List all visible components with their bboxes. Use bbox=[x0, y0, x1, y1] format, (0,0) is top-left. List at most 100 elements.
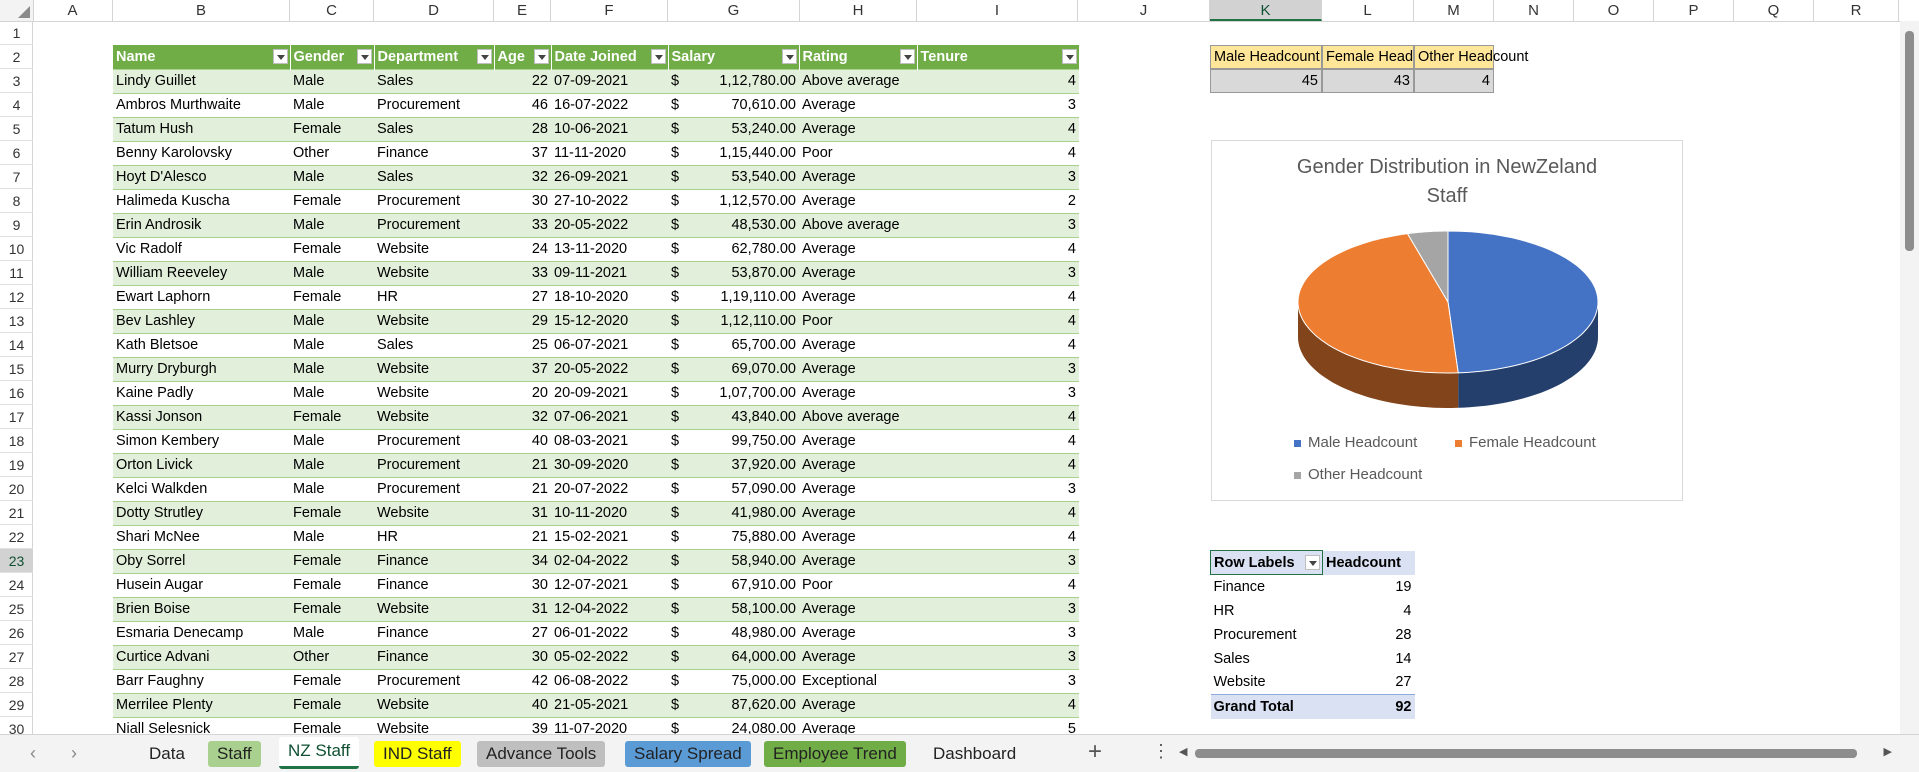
table-cell[interactable]: Average bbox=[799, 332, 917, 357]
table-cell[interactable]: Male bbox=[290, 92, 374, 117]
table-cell[interactable]: 31 bbox=[494, 596, 551, 621]
table-cell[interactable]: Female bbox=[290, 188, 374, 213]
column-header-p[interactable]: P bbox=[1654, 0, 1734, 21]
pivot-row-value[interactable]: 14 bbox=[1323, 647, 1415, 671]
table-cell[interactable]: 3 bbox=[917, 596, 1079, 621]
table-cell[interactable]: 25 bbox=[494, 332, 551, 357]
table-cell[interactable]: Finance bbox=[374, 620, 494, 645]
table-cell[interactable]: Male bbox=[290, 356, 374, 381]
column-header-f[interactable]: F bbox=[551, 0, 668, 21]
table-cell[interactable]: 2 bbox=[917, 188, 1079, 213]
plus-icon[interactable]: + bbox=[1088, 738, 1102, 766]
sheet-tab-dashboard[interactable]: Dashboard bbox=[924, 741, 1025, 767]
table-cell[interactable]: 4 bbox=[917, 452, 1079, 477]
column-header-c[interactable]: C bbox=[290, 0, 374, 21]
table-cell[interactable]: 13-11-2020 bbox=[551, 236, 668, 261]
filter-dropdown-icon[interactable] bbox=[272, 49, 288, 64]
table-cell[interactable]: 21 bbox=[494, 476, 551, 501]
table-cell[interactable]: William Reeveley bbox=[113, 260, 290, 285]
table-cell[interactable]: Average bbox=[799, 260, 917, 285]
table-cell[interactable]: Shari McNee bbox=[113, 524, 290, 549]
table-cell[interactable]: 39 bbox=[494, 716, 551, 734]
table-cell[interactable]: $99,750.00 bbox=[668, 428, 799, 453]
pivot-row-label[interactable]: HR bbox=[1211, 599, 1323, 623]
row-header-17[interactable]: 17 bbox=[0, 405, 33, 429]
column-header-g[interactable]: G bbox=[668, 0, 800, 21]
table-cell[interactable]: Average bbox=[799, 476, 917, 501]
table-cell[interactable]: Procurement bbox=[374, 188, 494, 213]
table-cell[interactable]: Other bbox=[290, 140, 374, 165]
table-cell[interactable]: Procurement bbox=[374, 668, 494, 693]
table-cell[interactable]: Above average bbox=[799, 68, 917, 93]
table-cell[interactable]: $48,530.00 bbox=[668, 212, 799, 237]
table-cell[interactable]: Male bbox=[290, 332, 374, 357]
table-cell[interactable]: 29 bbox=[494, 308, 551, 333]
filter-dropdown-icon[interactable] bbox=[781, 49, 797, 64]
table-cell[interactable]: Female bbox=[290, 716, 374, 734]
table-cell[interactable]: Website bbox=[374, 308, 494, 333]
table-cell[interactable]: $75,000.00 bbox=[668, 668, 799, 693]
column-header-a[interactable]: A bbox=[33, 0, 113, 21]
table-cell[interactable]: 06-08-2022 bbox=[551, 668, 668, 693]
table-cell[interactable]: Sales bbox=[374, 164, 494, 189]
table-cell[interactable]: Website bbox=[374, 356, 494, 381]
table-cell[interactable]: Male bbox=[290, 524, 374, 549]
row-header-11[interactable]: 11 bbox=[0, 261, 33, 285]
row-header-23[interactable]: 23 bbox=[0, 549, 33, 573]
table-cell[interactable]: Website bbox=[374, 500, 494, 525]
sheet-tab-data[interactable]: Data bbox=[140, 741, 194, 767]
table-cell[interactable]: 34 bbox=[494, 548, 551, 573]
table-cell[interactable]: 30 bbox=[494, 572, 551, 597]
table-cell[interactable]: $70,610.00 bbox=[668, 92, 799, 117]
table-cell[interactable]: Male bbox=[290, 380, 374, 405]
chevron-right-icon[interactable]: › bbox=[71, 743, 77, 764]
pivot-row-label[interactable]: Finance bbox=[1211, 575, 1323, 599]
table-cell[interactable]: Exceptional bbox=[799, 668, 917, 693]
table-cell[interactable]: Website bbox=[374, 692, 494, 717]
table-cell[interactable]: 4 bbox=[917, 116, 1079, 141]
table-cell[interactable]: 5 bbox=[917, 716, 1079, 734]
table-cell[interactable]: Male bbox=[290, 164, 374, 189]
table-cell[interactable]: Brien Boise bbox=[113, 596, 290, 621]
table-cell[interactable]: Ewart Laphorn bbox=[113, 284, 290, 309]
filter-dropdown-icon[interactable] bbox=[650, 49, 666, 64]
row-header-2[interactable]: 2 bbox=[0, 45, 33, 69]
table-cell[interactable]: 12-04-2022 bbox=[551, 596, 668, 621]
table-cell[interactable]: Bev Lashley bbox=[113, 308, 290, 333]
table-cell[interactable]: $64,000.00 bbox=[668, 644, 799, 669]
table-cell[interactable]: Merrilee Plenty bbox=[113, 692, 290, 717]
column-header-h[interactable]: H bbox=[800, 0, 917, 21]
column-header-department[interactable]: Department bbox=[374, 45, 495, 69]
table-cell[interactable]: $53,540.00 bbox=[668, 164, 799, 189]
filter-dropdown-icon[interactable] bbox=[476, 49, 492, 64]
table-cell[interactable]: Benny Karolovsky bbox=[113, 140, 290, 165]
headcount-header-0[interactable]: Male Headcount bbox=[1210, 45, 1322, 69]
row-header-24[interactable]: 24 bbox=[0, 573, 33, 597]
table-cell[interactable]: Poor bbox=[799, 572, 917, 597]
table-cell[interactable]: 08-03-2021 bbox=[551, 428, 668, 453]
table-cell[interactable]: Ambros Murthwaite bbox=[113, 92, 290, 117]
table-cell[interactable]: $53,870.00 bbox=[668, 260, 799, 285]
column-header-j[interactable]: J bbox=[1078, 0, 1210, 21]
row-header-13[interactable]: 13 bbox=[0, 309, 33, 333]
column-header-i[interactable]: I bbox=[917, 0, 1078, 21]
filter-dropdown-icon[interactable] bbox=[533, 49, 549, 64]
table-cell[interactable]: Female bbox=[290, 116, 374, 141]
table-cell[interactable]: 24 bbox=[494, 236, 551, 261]
table-cell[interactable]: Female bbox=[290, 548, 374, 573]
table-cell[interactable]: Average bbox=[799, 236, 917, 261]
sheet-tab-staff[interactable]: Staff bbox=[208, 741, 261, 767]
column-header-tenure[interactable]: Tenure bbox=[917, 45, 1080, 69]
table-cell[interactable]: 3 bbox=[917, 92, 1079, 117]
table-cell[interactable]: $1,12,780.00 bbox=[668, 68, 799, 93]
row-header-15[interactable]: 15 bbox=[0, 357, 33, 381]
table-cell[interactable]: Above average bbox=[799, 212, 917, 237]
row-header-5[interactable]: 5 bbox=[0, 117, 33, 141]
table-cell[interactable]: Average bbox=[799, 716, 917, 734]
table-cell[interactable]: $58,940.00 bbox=[668, 548, 799, 573]
row-header-22[interactable]: 22 bbox=[0, 525, 33, 549]
column-header-o[interactable]: O bbox=[1574, 0, 1654, 21]
table-cell[interactable]: 3 bbox=[917, 620, 1079, 645]
table-cell[interactable]: 4 bbox=[917, 332, 1079, 357]
table-cell[interactable]: 4 bbox=[917, 428, 1079, 453]
